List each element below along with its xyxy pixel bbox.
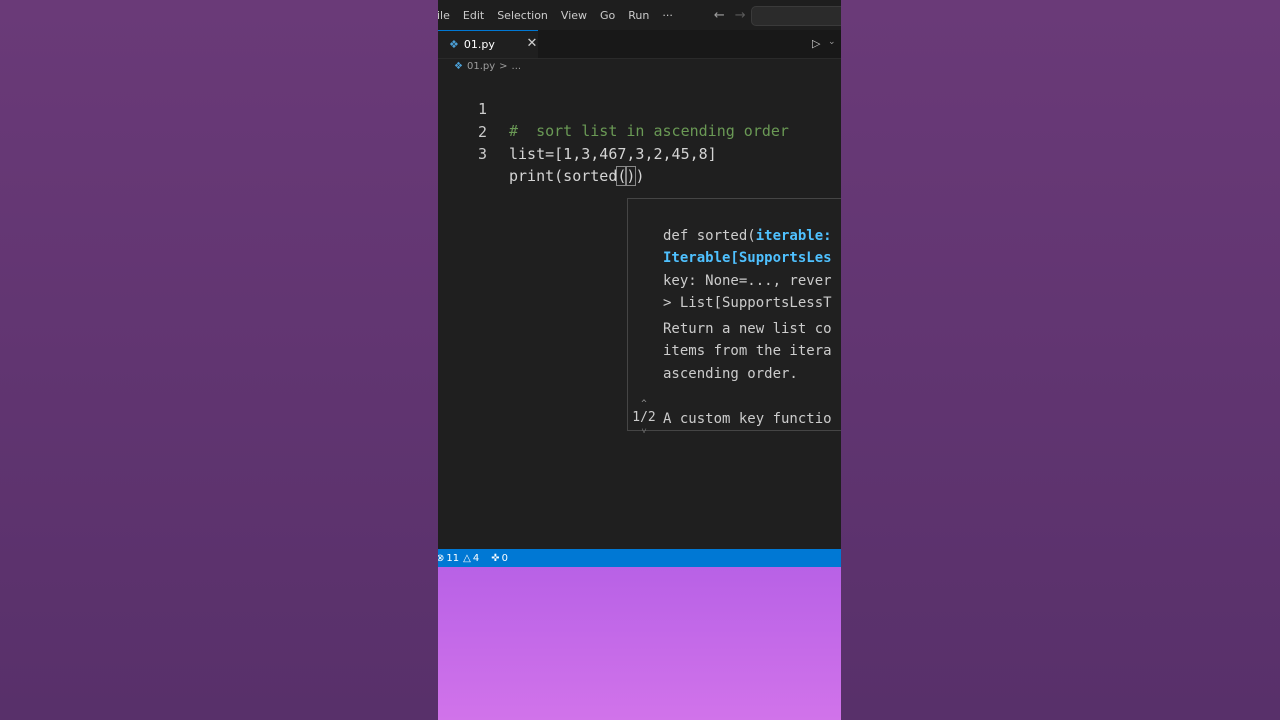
signature-doc: Return a new list co	[663, 321, 832, 337]
editor-tab-bar: ❖ 01.py ✕ ▷ ⌄	[438, 30, 841, 59]
close-icon[interactable]: ✕	[524, 36, 540, 51]
vscode-window: ile Edit Selection View Go Run ··· ← → ❖…	[438, 0, 841, 720]
warning-count[interactable]: 4	[473, 553, 479, 564]
breadcrumb-file[interactable]: 01.py	[467, 61, 495, 72]
chevron-down-icon[interactable]: ˅	[629, 425, 659, 439]
status-bar: ⊗ 11 △ 4 ✜ 0	[438, 549, 841, 567]
chevron-up-icon[interactable]: ^	[629, 397, 659, 411]
warning-icon[interactable]: △	[463, 553, 471, 564]
code-line: 2 list=[1,3,467,3,2,45,8]	[438, 99, 717, 163]
overload-navigator: ^ 1/2 ˅	[629, 397, 659, 439]
signature-def: def sorted(	[663, 228, 756, 244]
menu-view[interactable]: View	[561, 9, 587, 22]
chevron-down-icon[interactable]: ⌄	[828, 37, 836, 47]
back-arrow-icon[interactable]: ←	[714, 8, 725, 23]
code-line: 1 # sort list in ascending order	[438, 76, 789, 140]
code-text: list=[1,3,467,3,2,45,8]	[509, 145, 717, 163]
ports-count[interactable]: 0	[502, 553, 508, 564]
breadcrumb-separator: >	[499, 61, 508, 72]
code-comment: # sort list in ascending order	[509, 122, 789, 140]
code-suffix: )	[635, 167, 645, 185]
signature-help-popup: def sorted(iterable: Iterable[SupportsLe…	[627, 198, 841, 437]
tab-01-py[interactable]: ❖ 01.py ✕	[438, 30, 538, 58]
signature-active-param: iterable:	[755, 228, 832, 244]
more-menu-icon[interactable]: ···	[662, 9, 673, 22]
code-text: print(sorted())	[509, 165, 644, 187]
run-icon[interactable]: ▷	[812, 37, 820, 50]
signature-doc: ascending order.	[663, 366, 798, 382]
code-line: 3 print(sorted())	[438, 121, 644, 186]
ports-icon[interactable]: ✜	[491, 553, 499, 564]
signature-line: > List[SupportsLessT	[663, 295, 832, 311]
python-file-icon: ❖	[449, 38, 459, 51]
error-count[interactable]: 11	[446, 553, 459, 564]
menu-run[interactable]: Run	[628, 9, 649, 22]
menu-edit[interactable]: Edit	[463, 9, 484, 22]
background-gradient	[438, 567, 841, 720]
signature-doc: A custom key functio	[663, 411, 832, 427]
breadcrumb-more[interactable]: ...	[512, 61, 522, 72]
error-icon[interactable]: ⊗	[438, 553, 444, 564]
python-file-icon: ❖	[454, 61, 463, 72]
code-prefix: print(sorted	[509, 167, 618, 185]
forward-arrow-icon[interactable]: →	[735, 8, 746, 23]
tab-label: 01.py	[463, 38, 495, 51]
breadcrumb: ❖ 01.py > ...	[454, 61, 521, 72]
command-center-search[interactable]	[751, 6, 841, 26]
menu-selection[interactable]: Selection	[497, 9, 548, 22]
menu-file[interactable]: ile	[438, 9, 450, 22]
signature-line: key: None=..., rever	[663, 273, 832, 289]
signature-doc: items from the itera	[663, 343, 832, 359]
menu-go[interactable]: Go	[600, 9, 615, 22]
code-editor[interactable]: 1 # sort list in ascending order 2 list=…	[438, 76, 841, 546]
line-number: 3	[477, 145, 487, 163]
signature-line: Iterable[SupportsLes	[663, 250, 832, 266]
menu-bar: ile Edit Selection View Go Run ··· ← →	[438, 0, 841, 30]
overload-counter: 1/2	[632, 410, 656, 425]
signature-line: def sorted(iterable:	[663, 225, 832, 247]
